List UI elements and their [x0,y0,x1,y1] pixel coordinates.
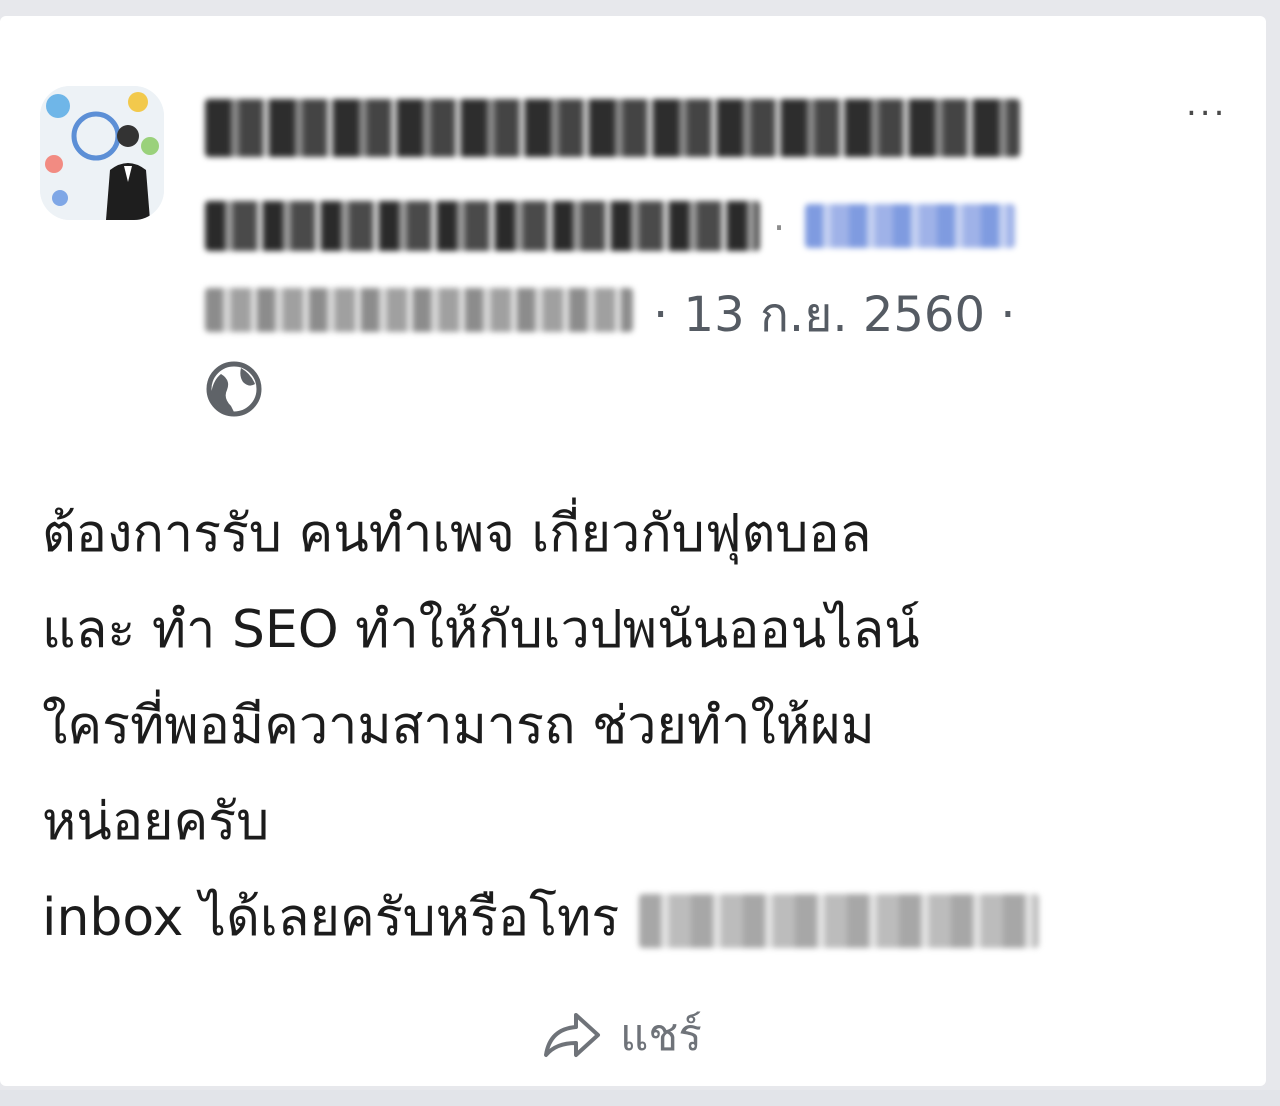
post-line: และ ทำ SEO ทำให้กับเวปพนันออนไลน์ [42,600,920,660]
author-subtitle-redacted[interactable] [205,288,633,332]
globe-icon [206,361,262,417]
post-line: ต้องการรับ คนทำเพจ เกี่ยวกับฟุตบอล [42,504,872,564]
feed-divider [0,1090,1280,1106]
timestamp-separator-end: · [1000,287,1016,343]
post-timestamp[interactable]: · 13 ก.ย. 2560 · [653,277,1016,353]
post-date: 13 ก.ย. 2560 [683,287,985,343]
post-line: ใครที่พอมีความสามารถ ช่วยทำให้ผม [42,696,875,756]
more-dots-icon[interactable]: ... [1186,84,1227,124]
timestamp-separator: · [653,287,669,343]
page-name-redacted[interactable] [205,99,1020,157]
avatar-image [40,86,164,220]
contact-text: inbox ได้เลยครับหรือโทร [42,888,620,948]
post-body: ต้องการรับ คนทำเพจ เกี่ยวกับฟุตบอล และ ท… [42,486,1192,966]
follow-link-redacted[interactable] [805,204,1015,248]
page-avatar[interactable] [40,86,164,220]
group-name-redacted[interactable] [205,201,760,251]
share-label: แชร์ [620,1010,702,1061]
phone-number-redacted [639,894,1040,948]
share-arrow-icon [544,1013,600,1057]
contact-line: inbox ได้เลยครับหรือโทร [42,870,1192,966]
share-button[interactable]: แชร์ [540,1000,702,1070]
facebook-post-card: · · 13 ก.ย. 2560 · ... ต้องการรับ คนทำเพ… [0,16,1266,1086]
post-line: หน่อยครับ [42,792,270,852]
meta-separator: · [773,206,786,250]
